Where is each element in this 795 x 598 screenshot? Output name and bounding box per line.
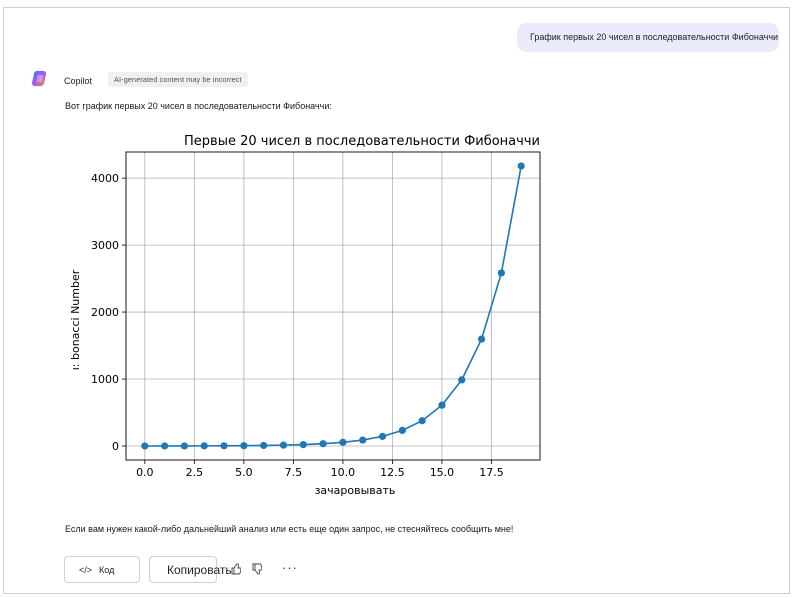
data-point <box>161 442 169 450</box>
thumbs-down-icon[interactable] <box>252 563 262 575</box>
data-point <box>141 442 149 450</box>
code-button-label: Код <box>99 564 115 575</box>
data-point <box>477 335 486 343</box>
x-tick-label: 5.0 <box>235 466 253 479</box>
x-tick-label: 12.5 <box>380 466 405 479</box>
data-point <box>378 432 387 440</box>
thumbs-up-icon[interactable] <box>231 563 241 575</box>
copy-button[interactable]: Копировать <box>149 556 232 583</box>
chart-x-label: зачаровывать <box>315 484 396 497</box>
data-point <box>200 442 208 450</box>
chart-y-label: ı: bonacci Number <box>69 269 82 370</box>
data-point <box>418 417 426 425</box>
x-tick-label: 15.0 <box>430 466 455 479</box>
data-point <box>279 441 288 449</box>
chart-title: Первые 20 чисел в последовательности Фиб… <box>184 134 540 149</box>
y-tick-label: 2000 <box>91 306 119 319</box>
assistant-intro-text: Вот график первых 20 чисел в последовате… <box>65 101 332 111</box>
assistant-outro-text: Если вам нужен какой-либо дальнейший ана… <box>65 524 514 534</box>
x-tick-label: 10.0 <box>331 466 356 479</box>
data-point <box>299 440 307 449</box>
data-point <box>220 442 228 450</box>
fibonacci-chart: 0.0 2.5 5.0 7.5 10.0 12.5 15.0 17.5 0 1000 2000 30… <box>64 124 548 502</box>
code-icon: </> <box>79 564 93 575</box>
data-point <box>398 426 406 434</box>
data-point <box>339 438 347 446</box>
data-point <box>359 436 367 444</box>
assistant-name: Copilot <box>64 76 93 86</box>
data-point <box>319 440 327 448</box>
y-tick-label: 1000 <box>91 373 119 386</box>
data-point <box>260 441 268 450</box>
chart-svg: 0.0 2.5 5.0 7.5 10.0 12.5 15.0 17.5 0 1000 2000 30… <box>64 124 548 502</box>
x-tick-label: 7.5 <box>285 466 303 479</box>
data-point <box>458 376 466 384</box>
user-message-bubble: График первых 20 чисел в последовательно… <box>517 23 779 52</box>
y-tick-label: 3000 <box>91 239 119 252</box>
data-point <box>240 442 248 450</box>
copilot-logo-icon <box>31 70 47 87</box>
data-point <box>497 269 505 277</box>
x-tick-label: 0.0 <box>136 466 154 479</box>
data-point <box>438 401 446 409</box>
more-options-button[interactable]: ··· <box>282 560 298 575</box>
user-message-text: График первых 20 чисел в последовательно… <box>530 32 779 42</box>
data-point <box>517 162 525 170</box>
y-tick-label: 4000 <box>91 172 119 185</box>
copy-button-label: Копировать <box>167 562 232 577</box>
ai-disclaimer-badge: AI-generated content may be incorrect <box>108 72 248 87</box>
code-button[interactable]: </> Код <box>64 556 140 583</box>
x-tick-label: 2.5 <box>186 466 204 479</box>
y-tick-label: 0 <box>112 440 119 453</box>
data-point <box>180 442 189 450</box>
x-tick-label: 17.5 <box>479 466 504 479</box>
